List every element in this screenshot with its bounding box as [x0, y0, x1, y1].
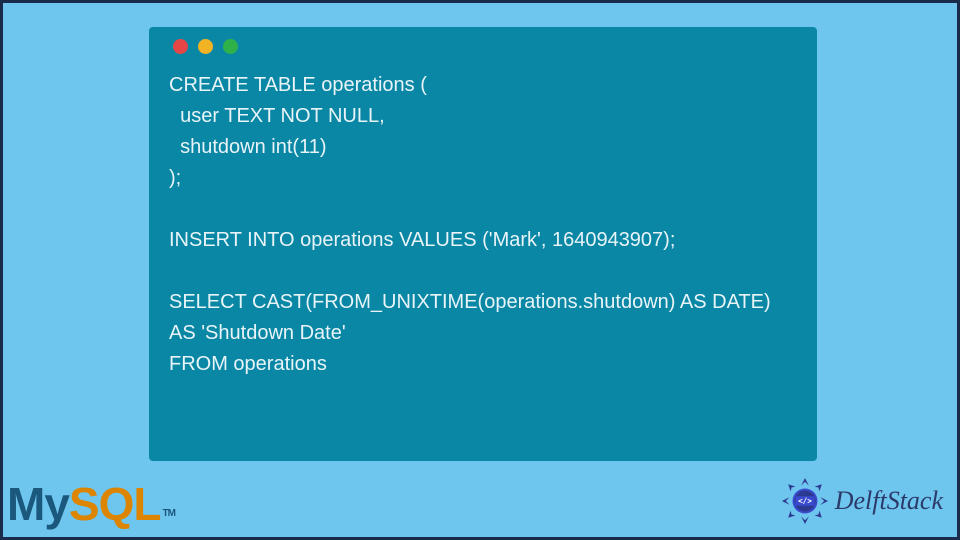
window-titlebar: [173, 39, 797, 54]
delftstack-badge-icon: </>: [781, 477, 829, 525]
mysql-logo-my: My: [7, 478, 69, 530]
code-content: CREATE TABLE operations ( user TEXT NOT …: [169, 70, 797, 380]
minimize-icon[interactable]: [198, 39, 213, 54]
delftstack-logo: </> DelftStack: [781, 477, 943, 525]
mysql-logo: MySQLTM: [7, 477, 175, 531]
svg-text:</>: </>: [798, 496, 812, 505]
mysql-logo-tm: TM: [162, 508, 174, 519]
close-icon[interactable]: [173, 39, 188, 54]
delftstack-text: DelftStack: [835, 486, 943, 516]
maximize-icon[interactable]: [223, 39, 238, 54]
code-window: CREATE TABLE operations ( user TEXT NOT …: [149, 27, 817, 461]
mysql-logo-sql: SQL: [69, 478, 161, 530]
